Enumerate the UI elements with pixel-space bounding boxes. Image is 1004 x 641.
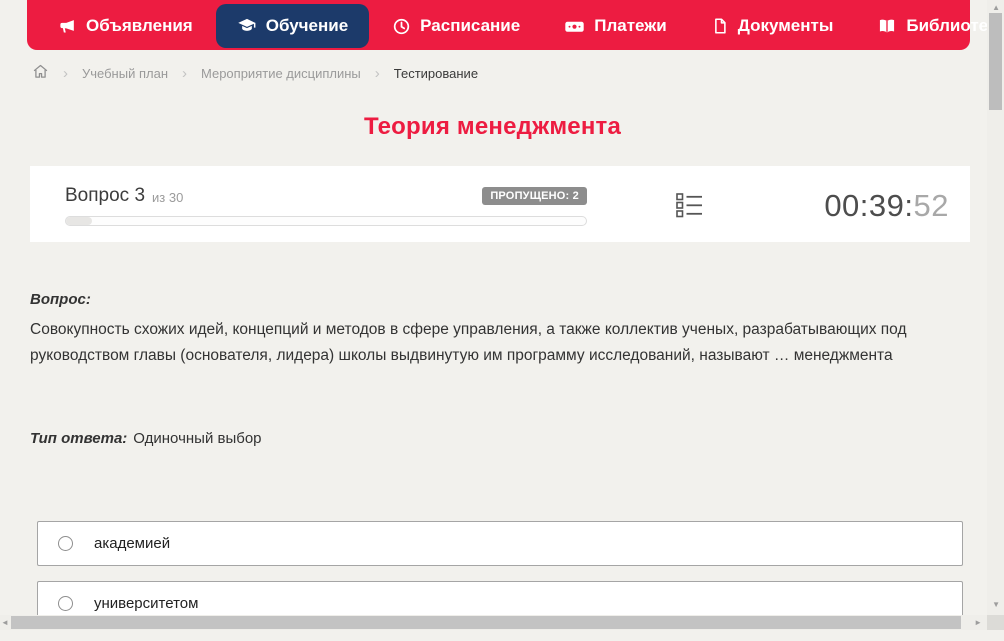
progress-bar (65, 216, 587, 226)
nav-item-schedule[interactable]: Расписание (371, 4, 541, 48)
horizontal-scrollbar-thumb[interactable] (11, 616, 961, 629)
breadcrumb-separator-icon: › (182, 64, 187, 82)
breadcrumb: › Учебный план › Мероприятие дисциплины … (32, 62, 478, 84)
breadcrumb-curriculum[interactable]: Учебный план (82, 66, 168, 81)
vertical-scrollbar-thumb[interactable] (989, 13, 1002, 110)
banknote-icon (564, 16, 585, 37)
answer-type-value: Одиночный выбор (133, 430, 262, 447)
horizontal-scrollbar[interactable]: ◄ ► (0, 615, 987, 630)
breadcrumb-testing: Тестирование (393, 65, 479, 81)
breadcrumb-separator-icon: › (63, 64, 68, 82)
scroll-left-arrow-icon[interactable]: ◄ (1, 619, 9, 627)
home-icon[interactable] (32, 63, 49, 83)
quiz-header-panel: Вопрос 3 из 30 ПРОПУЩЕНО: 2 00:39:52 (30, 166, 970, 242)
graduation-cap-icon (237, 16, 257, 36)
radio-button[interactable] (58, 596, 73, 611)
nav-item-learning[interactable]: Обучение (215, 4, 370, 48)
progress-bar-fill (66, 217, 92, 225)
radio-button[interactable] (58, 536, 73, 551)
timer-seconds: 52 (913, 188, 949, 223)
nav-item-documents[interactable]: Документы (690, 4, 855, 48)
question-label: Вопрос: (30, 291, 91, 308)
answer-type-label: Тип ответа: (30, 430, 128, 447)
timer: 00:39:52 (824, 188, 949, 224)
skipped-badge: ПРОПУЩЕНО: 2 (482, 187, 587, 205)
scroll-right-arrow-icon[interactable]: ► (974, 619, 982, 627)
question-progress-area: Вопрос 3 из 30 ПРОПУЩЕНО: 2 (65, 185, 587, 226)
top-navigation: Объявления Обучение Расписание Платежи Д… (27, 0, 1004, 50)
page-title: Теория менеджмента (363, 113, 622, 140)
breadcrumb-discipline-event[interactable]: Мероприятие дисциплины (201, 66, 361, 81)
nav-item-label: Платежи (594, 16, 667, 35)
answer-option-1[interactable]: академией (37, 521, 963, 566)
nav-item-library[interactable]: Библиотека (856, 4, 1004, 48)
scrollbar-corner (987, 615, 1004, 630)
question-list-button[interactable] (674, 190, 704, 220)
question-number: Вопрос 3 (65, 185, 146, 206)
answer-option-label: академией (94, 535, 171, 552)
document-icon (711, 17, 729, 35)
answer-option-label: университетом (94, 595, 199, 612)
megaphone-icon (58, 17, 77, 36)
breadcrumb-separator-icon: › (374, 64, 380, 82)
scroll-down-arrow-icon[interactable]: ▼ (992, 601, 1000, 609)
nav-item-announcements[interactable]: Объявления (37, 4, 214, 48)
clock-icon (392, 17, 411, 36)
question-block: Вопрос: Совокупность схожих идей, концеп… (30, 291, 975, 369)
answer-type-row: Тип ответа: Одиночный выбор (30, 430, 262, 447)
nav-item-label: Расписание (420, 16, 521, 35)
nav-item-label: Документы (737, 16, 834, 35)
nav-item-label: Объявления (86, 16, 193, 35)
nav-item-payments[interactable]: Платежи (543, 4, 688, 48)
book-icon (877, 16, 897, 36)
question-text: Совокупность схожих идей, концепций и ме… (30, 321, 907, 364)
nav-item-label: Обучение (265, 16, 349, 35)
scroll-up-arrow-icon[interactable]: ▲ (992, 4, 1000, 12)
question-list-icon (676, 193, 702, 218)
vertical-scrollbar[interactable]: ▲ (987, 0, 1004, 615)
timer-main: 00:39: (824, 188, 914, 223)
question-total: из 30 (152, 190, 184, 205)
